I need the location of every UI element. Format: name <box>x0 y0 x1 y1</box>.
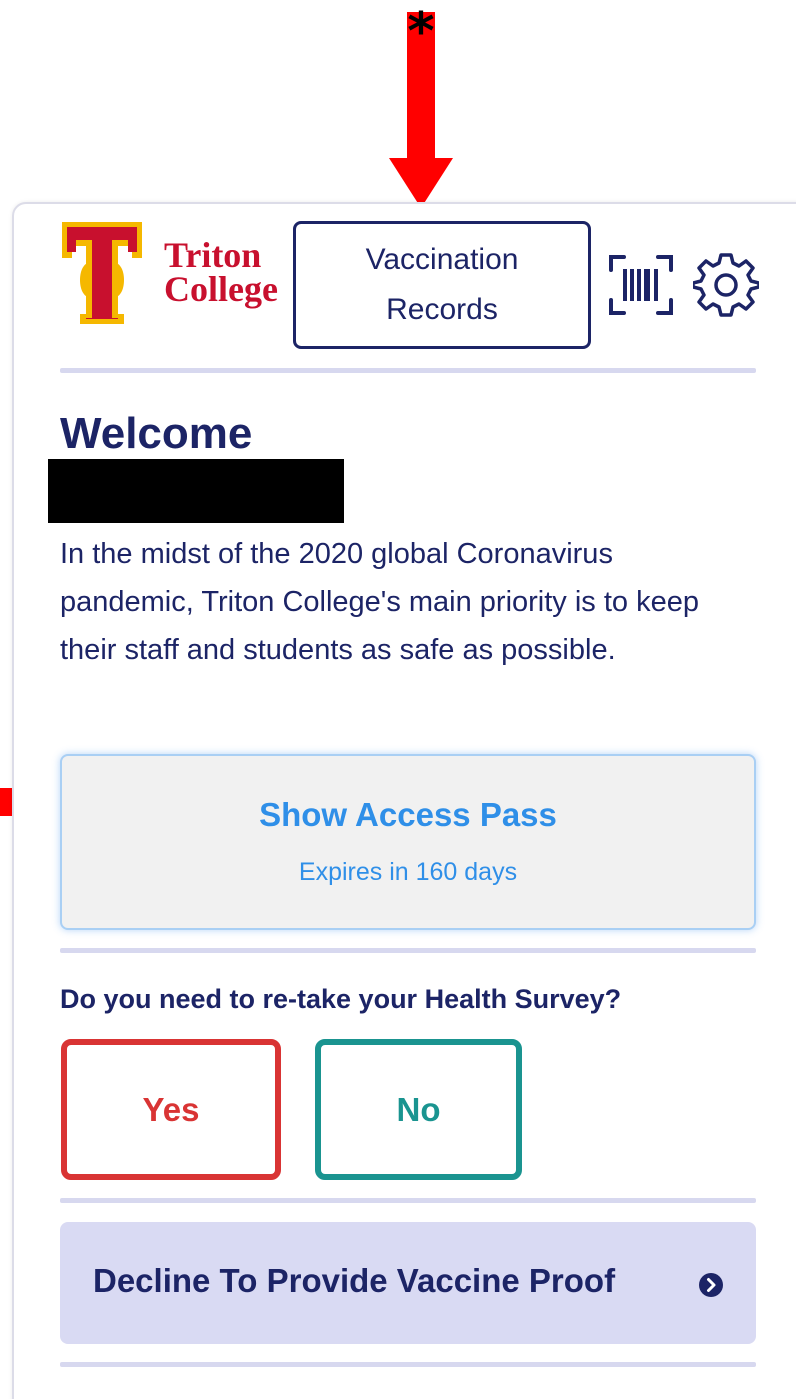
access-pass-expiry: Expires in 160 days <box>298 858 518 886</box>
logo-line-1: Triton <box>164 235 262 275</box>
logo-line-2: College <box>164 269 278 309</box>
access-pass-title: Show Access Pass <box>259 796 557 833</box>
survey-no-button[interactable]: No <box>315 1039 522 1180</box>
divider-access-pass <box>60 948 756 953</box>
divider-header <box>60 368 756 373</box>
divider-bottom <box>60 1362 756 1367</box>
vaccination-records-button[interactable]: Vaccination Records <box>293 221 591 349</box>
show-access-pass-button[interactable]: Show Access Pass Expires in 160 days <box>60 754 756 930</box>
gear-icon[interactable] <box>693 252 759 318</box>
welcome-intro-text: In the midst of the 2020 global Coronavi… <box>60 538 699 666</box>
logo-wordmark: Triton College <box>164 235 278 309</box>
survey-yes-button[interactable]: Yes <box>61 1039 281 1180</box>
divider-survey <box>60 1198 756 1203</box>
decline-vaccine-proof-button[interactable]: Decline To Provide Vaccine Proof <box>60 1222 756 1344</box>
chevron-right-circle-icon <box>699 1273 723 1297</box>
vaccination-records-label-line-1: Vaccination <box>365 243 519 276</box>
vaccination-records-label-line-2: Records <box>386 293 498 326</box>
barcode-scan-icon[interactable] <box>608 252 674 318</box>
decline-vaccine-proof-label: Decline To Provide Vaccine Proof <box>93 1262 616 1299</box>
welcome-title: Welcome <box>60 409 253 458</box>
redacted-user-name <box>48 459 344 523</box>
annotation-asterisk: * <box>407 2 435 62</box>
screen: * Triton College Vaccination Records Wel… <box>0 0 796 1399</box>
health-survey-question: Do you need to re-take your Health Surve… <box>60 984 622 1014</box>
